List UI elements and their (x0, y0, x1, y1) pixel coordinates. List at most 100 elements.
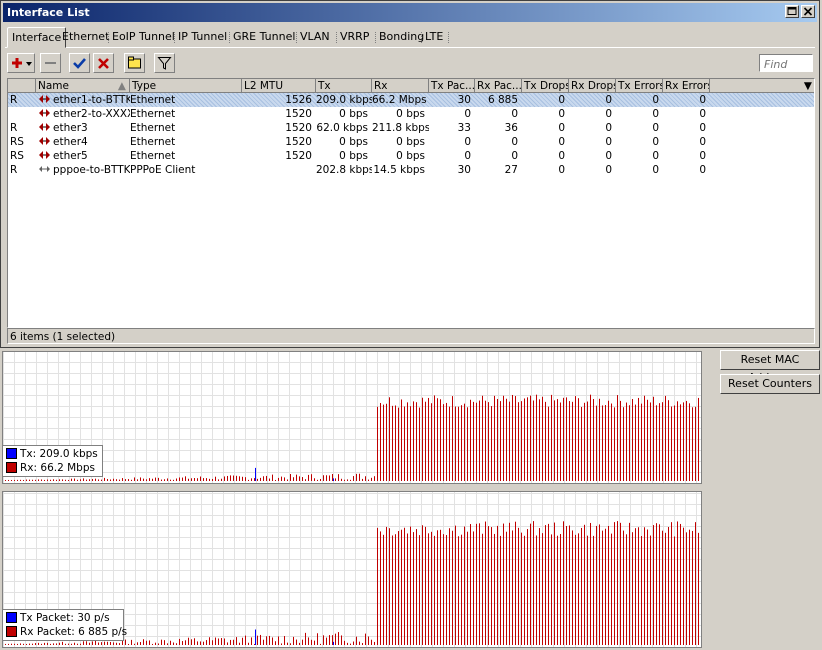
title-bar[interactable]: Interface List (3, 3, 817, 22)
rx-bar (371, 639, 372, 645)
tab-gre-tunnel[interactable]: GRE Tunnel (231, 29, 297, 45)
tx-packet-legend-item: Tx Packet: 30 p/s (6, 611, 120, 625)
rx-bar (281, 476, 282, 481)
column-header-name[interactable]: Name ▲ (36, 79, 130, 93)
table-cell-l2mtu: 1520 (285, 108, 312, 120)
tab-eoip-tunnel[interactable]: EoIP Tunnel (110, 29, 177, 45)
column-header-rx-drops[interactable]: Rx Drops (569, 79, 616, 93)
rx-bar (269, 478, 270, 481)
table-row[interactable]: Rpppoe-to-BTTK PPPoE Client 202.8 kbps 14.5… (8, 163, 814, 177)
rx-bar (203, 478, 204, 481)
rx-bar (431, 403, 432, 481)
rx-bar (524, 535, 525, 645)
column-header-l2mtu[interactable]: L2 MTU (242, 79, 316, 93)
rx-bar (254, 478, 255, 481)
tab-lte[interactable]: LTE (423, 29, 445, 45)
rx-bar (41, 643, 42, 645)
column-menu-icon[interactable]: ▼ (804, 79, 812, 92)
rx-bar (230, 639, 231, 645)
tab-interface[interactable]: Interface (7, 27, 67, 48)
table-cell-rxe: 0 (699, 122, 706, 134)
column-header-tx-errors[interactable]: Tx Errors (616, 79, 663, 93)
table-cell-l2mtu: 1520 (285, 150, 312, 162)
rx-bar (104, 641, 105, 645)
reset-counters-button[interactable]: Reset Counters (720, 374, 820, 394)
checkmark-icon (73, 58, 86, 69)
rx-bar (233, 639, 234, 645)
rx-bar (650, 535, 651, 645)
column-header-tx[interactable]: Tx (316, 79, 372, 93)
rx-packet-legend-item: Rx Packet: 6 885 p/s (6, 625, 127, 639)
column-header-rx[interactable]: Rx (372, 79, 429, 93)
tab-vlan[interactable]: VLAN (298, 29, 332, 45)
rx-bar (572, 530, 573, 645)
tab-ethernet[interactable]: Ethernet (60, 29, 111, 45)
rx-bar (662, 402, 663, 481)
rx-bar (119, 643, 120, 645)
rx-bar (641, 403, 642, 481)
rx-bar (641, 535, 642, 645)
table-row[interactable]: RS ether5 Ethernet 1520 0 bps 0 bps 0 0 0 0 0 0 (8, 149, 814, 163)
rx-bar (68, 479, 69, 481)
rx-bar (284, 636, 285, 645)
rx-bar (11, 479, 12, 481)
table-row[interactable]: ether2-to-XXXX Ethernet 1520 0 bps 0 bps 0 0 0 0… (8, 107, 814, 121)
rx-bar (320, 478, 321, 481)
rx-bar (557, 399, 558, 481)
comment-button[interactable] (124, 53, 145, 73)
column-header-tx-packets[interactable]: Tx Pac... (429, 79, 475, 93)
rx-bar (272, 474, 273, 481)
rx-bar (527, 529, 528, 645)
tab-separator (229, 32, 230, 43)
table-cell-tx: 0 bps (339, 150, 368, 162)
table-cell-rxe: 0 (699, 94, 706, 106)
rx-bar (482, 533, 483, 645)
rx-bar (206, 640, 207, 645)
tab-bonding[interactable]: Bonding (377, 29, 426, 45)
maximize-icon (787, 7, 797, 15)
find-input[interactable] (759, 54, 813, 72)
tab-vrrp[interactable]: VRRP (338, 29, 371, 45)
rx-bar (470, 524, 471, 645)
rx-swatch (6, 626, 17, 637)
enable-button[interactable] (69, 53, 90, 73)
tx-rate-label: Tx: 209.0 kbps (20, 448, 98, 460)
rx-bar (386, 526, 387, 645)
table-row[interactable]: Rether1-to-BTTK Ethernet 1526 209.0 kbps 66.… (8, 93, 814, 107)
rx-bar (68, 643, 69, 645)
rx-bar (224, 638, 225, 645)
rx-bar (173, 642, 174, 645)
column-header-flags[interactable] (8, 79, 36, 93)
rx-bar (632, 399, 633, 481)
reset-mac-address-button[interactable]: Reset MAC Address (720, 350, 820, 384)
rx-bar (44, 479, 45, 481)
table-row[interactable]: Rether3 Ethernet 1520 62.0 kbps 211.8 kbps 33… (8, 121, 814, 135)
rx-bar (341, 635, 342, 645)
add-button[interactable] (7, 53, 35, 73)
rx-bar (323, 635, 324, 645)
rx-bar (449, 528, 450, 645)
column-header-tx-drops[interactable]: Tx Drops (522, 79, 569, 93)
rx-bar (107, 479, 108, 481)
filter-button[interactable] (154, 53, 175, 73)
disable-button[interactable] (93, 53, 114, 73)
maximize-button[interactable] (785, 5, 799, 18)
rx-bar (515, 521, 516, 645)
rx-bar (590, 394, 591, 481)
rx-bar (629, 522, 630, 645)
close-button[interactable] (801, 5, 815, 18)
table-cell-name: ether1-to-BTTK (36, 93, 130, 107)
rx-bar (29, 643, 30, 645)
column-header-type[interactable]: Type (130, 79, 242, 93)
column-header-rx-packets[interactable]: Rx Pac... (475, 79, 522, 93)
table-row[interactable]: RS ether4 Ethernet 1520 0 bps 0 bps 0 0 0 0 0 0 (8, 135, 814, 149)
close-icon (803, 7, 813, 16)
rx-bar (14, 479, 15, 481)
tab-ip-tunnel[interactable]: IP Tunnel (176, 29, 229, 45)
cross-icon (98, 58, 109, 69)
rx-bar (656, 523, 657, 645)
column-header-rx-errors[interactable]: Rx Errors (663, 79, 710, 93)
rx-bar (560, 402, 561, 481)
remove-button[interactable] (40, 53, 61, 73)
rx-bar (338, 632, 339, 645)
